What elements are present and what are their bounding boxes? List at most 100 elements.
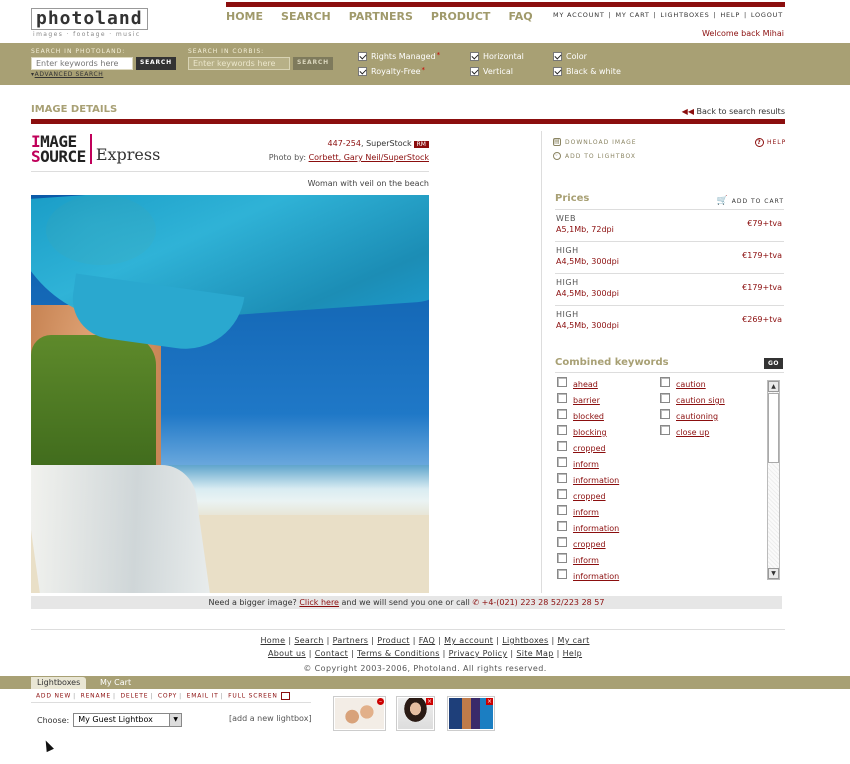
keyword-label[interactable]: cropped	[573, 492, 606, 501]
keyword-label[interactable]: cropped	[573, 540, 606, 549]
lightbox-thumbnail[interactable]: –	[333, 696, 386, 731]
checkbox[interactable]	[358, 52, 367, 61]
nav-faq[interactable]: FAQ	[508, 10, 532, 23]
footer-link[interactable]: Privacy Policy	[449, 649, 508, 658]
tab-my-cart[interactable]: My Cart	[94, 677, 137, 689]
keyword-checkbox[interactable]	[660, 377, 670, 387]
keyword-label[interactable]: inform	[573, 460, 599, 469]
keyword-item[interactable]: cropped	[557, 441, 619, 457]
checkbox[interactable]	[553, 67, 562, 76]
filter-royalty-free[interactable]: Royalty-Free *	[358, 66, 425, 76]
nav-my-account[interactable]: MY ACCOUNT	[553, 11, 605, 19]
keyword-item[interactable]: cautioning	[660, 409, 725, 425]
remove-icon[interactable]: ×	[486, 698, 493, 705]
footer-link[interactable]: About us	[268, 649, 306, 658]
keyword-item[interactable]: inform	[557, 457, 619, 473]
add-to-cart-button[interactable]: 🛒 ADD TO CART	[717, 196, 784, 206]
footer-link[interactable]: Partners	[333, 636, 369, 645]
keyword-item[interactable]: caution	[660, 377, 725, 393]
keyword-label[interactable]: blocking	[573, 428, 607, 437]
filter-rights-managed[interactable]: Rights Managed *	[358, 51, 440, 61]
footer-link[interactable]: Lightboxes	[502, 636, 548, 645]
keyword-item[interactable]: information	[557, 521, 619, 537]
add-to-lightbox-link[interactable]: ◦ ADD TO LIGHTBOX	[553, 152, 636, 160]
nav-search[interactable]: SEARCH	[281, 10, 331, 23]
keyword-checkbox[interactable]	[557, 425, 567, 435]
checkbox[interactable]	[470, 52, 479, 61]
price-row[interactable]: HIGH A4,5Mb, 300dpi €179+tva	[555, 241, 784, 273]
nav-lightboxes[interactable]: LIGHTBOXES	[660, 11, 709, 19]
nav-logout[interactable]: LOGOUT	[751, 11, 783, 19]
lb-add-new[interactable]: ADD NEW	[36, 693, 71, 700]
checkbox[interactable]	[553, 52, 562, 61]
back-to-results-link[interactable]: ◀◀ Back to search results	[682, 107, 785, 116]
add-new-lightbox-link[interactable]: [add a new lightbox]	[229, 714, 312, 723]
nav-help[interactable]: HELP	[720, 11, 740, 19]
keyword-label[interactable]: close up	[676, 428, 709, 437]
checkbox[interactable]	[470, 67, 479, 76]
keyword-checkbox[interactable]	[557, 457, 567, 467]
footer-link[interactable]: My account	[444, 636, 493, 645]
advanced-search-link[interactable]: ▾ADVANCED SEARCH	[31, 71, 176, 78]
remove-icon[interactable]: –	[377, 698, 384, 705]
keyword-checkbox[interactable]	[557, 553, 567, 563]
nav-partners[interactable]: PARTNERS	[349, 10, 413, 23]
price-row[interactable]: HIGH A4,5Mb, 300dpi €269+tva	[555, 305, 784, 337]
keyword-label[interactable]: barrier	[573, 396, 600, 405]
keyword-label[interactable]: information	[573, 524, 619, 533]
tab-lightboxes[interactable]: Lightboxes	[31, 677, 87, 689]
keyword-checkbox[interactable]	[557, 569, 567, 579]
scroll-thumb[interactable]	[768, 393, 779, 463]
lightbox-thumbnail[interactable]: ×	[396, 696, 435, 731]
keyword-checkbox[interactable]	[660, 425, 670, 435]
lb-copy[interactable]: COPY	[158, 693, 177, 700]
footer-link[interactable]: My cart	[558, 636, 590, 645]
filter-horizontal[interactable]: Horizontal	[470, 52, 524, 61]
keyword-label[interactable]: cautioning	[676, 412, 718, 421]
photographer-link[interactable]: Corbett, Gary Neil/SuperStock	[309, 153, 429, 162]
keyword-item[interactable]: caution sign	[660, 393, 725, 409]
keyword-checkbox[interactable]	[557, 489, 567, 499]
download-image-link[interactable]: ▤ DOWNLOAD IMAGE	[553, 138, 637, 146]
keyword-item[interactable]: information	[557, 473, 619, 489]
footer-link[interactable]: Search	[294, 636, 323, 645]
nav-my-cart[interactable]: MY CART	[615, 11, 649, 19]
keyword-item[interactable]: cropped	[557, 537, 619, 553]
keyword-label[interactable]: information	[573, 572, 619, 581]
lightbox-thumbnail[interactable]: ×	[447, 696, 495, 731]
keyword-checkbox[interactable]	[557, 473, 567, 483]
keyword-checkbox[interactable]	[557, 441, 567, 451]
keyword-label[interactable]: inform	[573, 508, 599, 517]
footer-link[interactable]: Terms & Conditions	[357, 649, 440, 658]
nav-home[interactable]: HOME	[226, 10, 263, 23]
lb-rename[interactable]: RENAME	[81, 693, 111, 700]
nav-product[interactable]: PRODUCT	[431, 10, 491, 23]
click-here-link[interactable]: Click here	[299, 598, 339, 607]
photoland-search-button[interactable]: SEARCH	[136, 57, 176, 70]
chevron-down-icon[interactable]: ▼	[169, 714, 182, 726]
keywords-go-button[interactable]: GO	[764, 358, 784, 369]
full-screen-icon[interactable]	[280, 692, 290, 700]
keyword-label[interactable]: information	[573, 476, 619, 485]
keyword-label[interactable]: caution	[676, 380, 706, 389]
footer-link[interactable]: FAQ	[419, 636, 435, 645]
keyword-item[interactable]: inform	[557, 505, 619, 521]
help-link[interactable]: ? HELP	[755, 138, 786, 147]
keyword-checkbox[interactable]	[660, 393, 670, 403]
filter-vertical[interactable]: Vertical	[470, 67, 513, 76]
keywords-scrollbar[interactable]: ▲ ▼	[767, 380, 780, 580]
keyword-checkbox[interactable]	[557, 521, 567, 531]
keyword-checkbox[interactable]	[557, 409, 567, 419]
main-photo[interactable]	[31, 195, 429, 593]
keyword-item[interactable]: barrier	[557, 393, 619, 409]
filter-color[interactable]: Color	[553, 52, 587, 61]
keyword-checkbox[interactable]	[660, 409, 670, 419]
keyword-label[interactable]: ahead	[573, 380, 598, 389]
keyword-checkbox[interactable]	[557, 505, 567, 515]
footer-link[interactable]: Home	[260, 636, 285, 645]
lb-delete[interactable]: DELETE	[121, 693, 149, 700]
lb-full-screen[interactable]: FULL SCREEN	[228, 693, 277, 700]
keyword-checkbox[interactable]	[557, 393, 567, 403]
keyword-item[interactable]: ahead	[557, 377, 619, 393]
photoland-search-input[interactable]: Enter keywords here	[31, 57, 133, 70]
